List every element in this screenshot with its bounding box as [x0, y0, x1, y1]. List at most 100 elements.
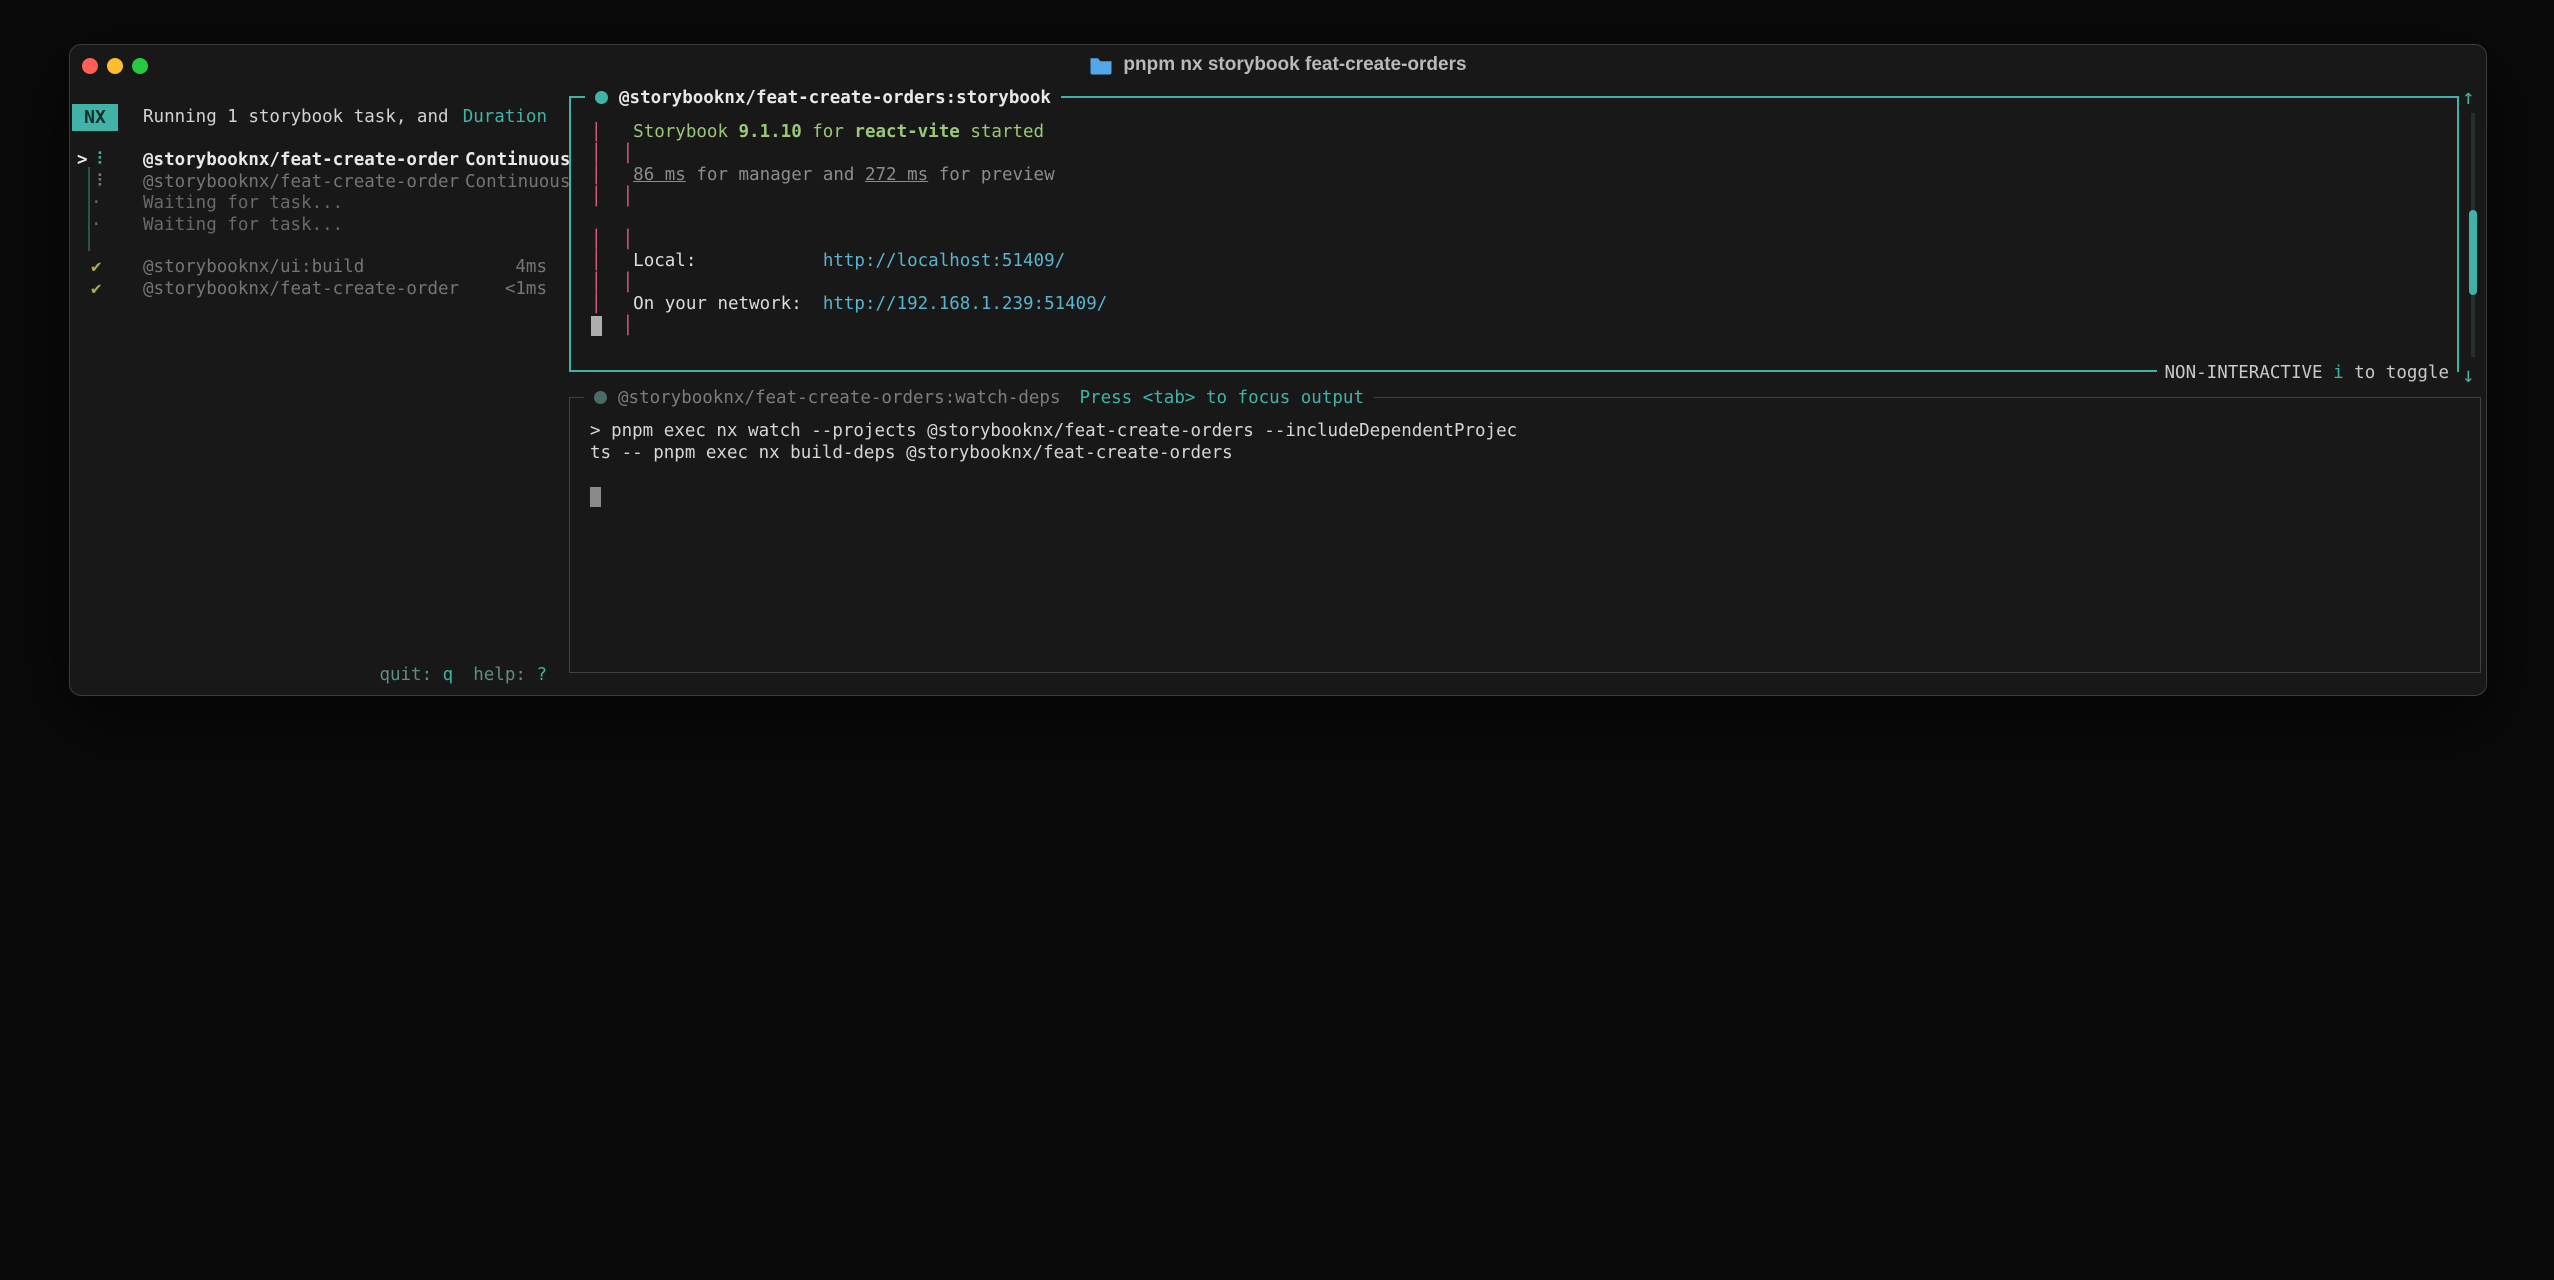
- task-row-active[interactable]: > ⠸ @storybooknx/feat-create-order Conti…: [70, 149, 547, 171]
- tasks-summary: Running 1 storybook task, and: [143, 106, 449, 128]
- network-url-link[interactable]: http://192.168.1.239:51409/: [823, 294, 1107, 314]
- terminal-line: │ Local: http://localhost:51409/: [591, 251, 2451, 273]
- storybook-pane-header: @storybooknx/feat-create-orders:storyboo…: [585, 84, 1061, 111]
- task-pending-dot-icon: ·: [91, 214, 102, 236]
- quit-key: q: [443, 665, 454, 685]
- duration-column-header: Duration: [463, 106, 547, 128]
- task-duration: 4ms: [515, 256, 547, 278]
- terminal-text-segment: started: [960, 122, 1044, 142]
- terminal-text-segment: [696, 251, 822, 271]
- terminal-line: │ │: [591, 230, 2451, 252]
- window-titlebar[interactable]: pnpm nx storybook feat-create-orders: [70, 54, 2486, 76]
- local-url-link[interactable]: http://localhost:51409/: [823, 251, 1065, 271]
- terminal-text-segment: [602, 294, 634, 314]
- terminal-text-segment: for preview: [928, 165, 1054, 185]
- scrollbar-thumb[interactable]: [2469, 210, 2477, 295]
- terminal-text-segment: │ │: [591, 187, 633, 207]
- terminal-line: │ 86 ms for manager and 272 ms for previ…: [591, 165, 2451, 187]
- terminal-text-segment: 9.1.10: [739, 122, 802, 142]
- task-name: Waiting for task...: [143, 214, 343, 236]
- task-name: @storybooknx/ui:build: [143, 256, 364, 278]
- toggle-key: i: [2333, 363, 2344, 383]
- terminal-cursor: [591, 316, 602, 336]
- terminal-text-segment: 86 ms: [633, 165, 686, 185]
- terminal-text-segment: > pnpm exec nx watch --projects @storybo…: [590, 421, 1517, 441]
- completed-task-row[interactable]: ✔ @storybooknx/ui:build 4ms: [70, 256, 547, 278]
- non-interactive-text: NON-INTERACTIVE: [2165, 363, 2334, 383]
- terminal-text-segment: [802, 294, 823, 314]
- selected-task-marker: >: [77, 149, 88, 171]
- scroll-up-arrow-icon[interactable]: ↑: [2462, 85, 2475, 109]
- terminal-line: > pnpm exec nx watch --projects @storybo…: [590, 420, 2474, 442]
- terminal-line: │ Storybook 9.1.10 for react-vite starte…: [591, 122, 2451, 144]
- terminal-text-segment: ts -- pnpm exec nx build-deps @storybook…: [590, 443, 1233, 463]
- window-title: pnpm nx storybook feat-create-orders: [1123, 54, 1466, 76]
- desktop-background: pnpm nx storybook feat-create-orders NX …: [0, 0, 2554, 1280]
- terminal-line: │ │: [591, 273, 2451, 295]
- watch-deps-terminal-output: > pnpm exec nx watch --projects @storybo…: [590, 420, 2474, 668]
- watch-deps-pane-header: @storybooknx/feat-create-orders:watch-de…: [584, 384, 1374, 411]
- task-row-waiting[interactable]: · Waiting for task...: [70, 214, 547, 236]
- terminal-line: [590, 464, 2474, 486]
- terminal-text-segment: │: [591, 122, 602, 142]
- storybook-output-pane[interactable]: @storybooknx/feat-create-orders:storyboo…: [569, 96, 2459, 372]
- folder-icon: [1089, 55, 1113, 75]
- task-success-check-icon: ✔: [91, 278, 102, 300]
- scroll-down-arrow-icon[interactable]: ↓: [2462, 363, 2475, 387]
- task-spinner-icon: ⠸: [91, 171, 104, 193]
- terminal-text-segment: │ │: [591, 144, 633, 164]
- terminal-line: │ │: [591, 187, 2451, 209]
- terminal-window: pnpm nx storybook feat-create-orders NX …: [69, 44, 2487, 696]
- terminal-text-segment: [602, 251, 634, 271]
- completed-task-row[interactable]: ✔ @storybooknx/feat-create-order <1ms: [70, 278, 547, 300]
- task-status-dot: [594, 391, 607, 404]
- terminal-line: [591, 208, 2451, 230]
- terminal-line: │ On your network: http://192.168.1.239:…: [591, 294, 2451, 316]
- help-key: ?: [536, 665, 547, 685]
- task-duration: <1ms: [505, 278, 547, 300]
- terminal-line: [590, 486, 2474, 508]
- terminal-text-segment: for manager and: [686, 165, 865, 185]
- task-name: Waiting for task...: [143, 192, 343, 214]
- task-list-header: Running 1 storybook task, and Duration: [70, 106, 547, 128]
- storybook-pane-title: @storybooknx/feat-create-orders:storyboo…: [619, 88, 1051, 108]
- terminal-text-segment: [602, 316, 623, 336]
- terminal-text-segment: react-vite: [854, 122, 959, 142]
- terminal-text-segment: for: [802, 122, 855, 142]
- terminal-text-segment: │ │: [591, 230, 633, 250]
- task-name: @storybooknx/feat-create-order: [143, 171, 459, 193]
- task-name: @storybooknx/feat-create-order: [143, 149, 459, 171]
- task-spinner-icon: ⠸: [91, 149, 104, 171]
- terminal-text-segment: │: [591, 165, 602, 185]
- terminal-line: │: [591, 316, 2451, 338]
- non-interactive-label: NON-INTERACTIVE i to toggle: [2157, 363, 2457, 383]
- terminal-text-segment: Local:: [633, 251, 696, 271]
- terminal-text-segment: │: [591, 251, 602, 271]
- terminal-text-segment: On your network:: [633, 294, 802, 314]
- watch-deps-pane-title: @storybooknx/feat-create-orders:watch-de…: [618, 388, 1061, 408]
- storybook-terminal-output: │ Storybook 9.1.10 for react-vite starte…: [591, 122, 2451, 366]
- terminal-text-segment: [602, 165, 634, 185]
- terminal-text-segment: │: [623, 316, 634, 336]
- terminal-text-segment: Storybook: [633, 122, 738, 142]
- focus-output-hint: Press <tab> to focus output: [1080, 388, 1364, 408]
- help-hint-label: help:: [473, 665, 526, 685]
- terminal-line: ts -- pnpm exec nx build-deps @storybook…: [590, 442, 2474, 464]
- task-row[interactable]: ⠸ @storybooknx/feat-create-order Continu…: [70, 171, 547, 193]
- terminal-text-segment: 272 ms: [865, 165, 928, 185]
- terminal-line: │ │: [591, 144, 2451, 166]
- keybind-hints: quit: q help: ?: [143, 665, 547, 685]
- watch-deps-pane[interactable]: @storybooknx/feat-create-orders:watch-de…: [569, 397, 2481, 673]
- terminal-text-segment: [602, 122, 634, 142]
- terminal-cursor: [590, 487, 601, 507]
- running-task-status-dot: [595, 91, 608, 104]
- terminal-text-segment: │ │: [591, 273, 633, 293]
- task-row-waiting[interactable]: · Waiting for task...: [70, 192, 547, 214]
- task-success-check-icon: ✔: [91, 256, 102, 278]
- task-status: Continuous: [465, 149, 570, 171]
- task-name: @storybooknx/feat-create-order: [143, 278, 459, 300]
- task-status: Continuous: [465, 171, 570, 193]
- terminal-text-segment: │: [591, 294, 602, 314]
- quit-hint-label: quit:: [379, 665, 432, 685]
- task-pending-dot-icon: ·: [91, 192, 102, 214]
